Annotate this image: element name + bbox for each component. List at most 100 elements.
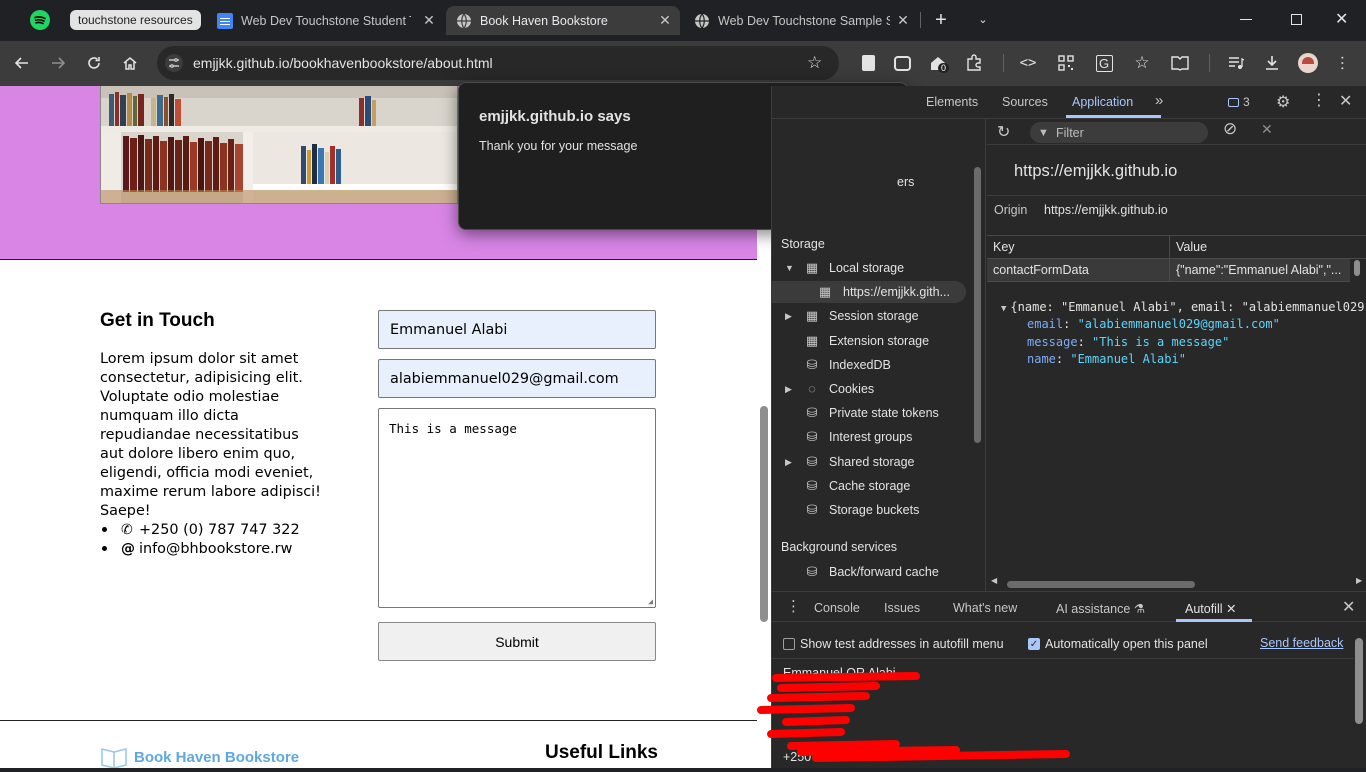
close-icon[interactable]: ✕	[658, 13, 672, 27]
address-bar[interactable]: emjjkk.github.io/bookhavenbookstore/abou…	[157, 46, 839, 80]
clear-all-icon[interactable]: ⊘	[1223, 119, 1237, 139]
extension-home-icon[interactable]: 0	[926, 51, 950, 75]
drawer-tab-whats-new[interactable]: What's new	[953, 601, 1017, 615]
bookshelf-image	[100, 86, 458, 204]
media-control-icon[interactable]	[1224, 51, 1248, 75]
filter-input[interactable]: ▼ Filter	[1030, 122, 1208, 143]
profile-avatar[interactable]	[1296, 51, 1320, 75]
tab-search-icon[interactable]: ⌄	[974, 9, 992, 31]
more-tabs-icon[interactable]: »	[1155, 92, 1163, 109]
sidebar-item-bfcache[interactable]: ⛁ Back/forward cache	[772, 561, 972, 583]
sidebar-item-extension-storage[interactable]: ▦ Extension storage	[772, 330, 972, 352]
divider	[987, 195, 1366, 196]
sidebar-partial-item[interactable]: ers	[897, 175, 914, 189]
expanded-arrow-icon[interactable]: ▼	[1001, 304, 1006, 314]
row-value-cell[interactable]: {"name":"Emmanuel Alabi","...	[1170, 259, 1350, 282]
submit-button[interactable]: Submit	[378, 622, 656, 661]
restore-button[interactable]	[1291, 14, 1302, 25]
issues-counter[interactable]: 3	[1228, 95, 1250, 109]
json-preview-summary[interactable]: ▼ {name: "Emmanuel Alabi", email: "alabie…	[1001, 300, 1364, 314]
minimize-button[interactable]	[1240, 19, 1252, 20]
key-column-header[interactable]: Key	[987, 236, 1170, 259]
extensions-puzzle-icon[interactable]	[962, 51, 986, 75]
drawer-tab-issues[interactable]: Issues	[884, 601, 920, 615]
table-scrollbar-thumb[interactable]	[1354, 260, 1360, 276]
value-column-header[interactable]: Value	[1170, 236, 1366, 259]
filter-placeholder: Filter	[1056, 125, 1084, 140]
page-scrollbar-thumb[interactable]	[760, 406, 768, 622]
qr-code-icon[interactable]	[1054, 51, 1078, 75]
horizontal-scrollbar-thumb[interactable]	[1007, 581, 1195, 588]
delete-selected-icon[interactable]: ✕	[1261, 121, 1273, 138]
translate-icon[interactable]: G	[1092, 51, 1116, 75]
close-tab-icon[interactable]: ✕	[1226, 602, 1236, 616]
tab-sample-solution[interactable]: Web Dev Touchstone Sample S ✕	[684, 6, 918, 35]
footer-brand[interactable]: Book Haven Bookstore	[100, 746, 299, 768]
close-icon[interactable]: ✕	[896, 13, 910, 27]
auto-open-checkbox[interactable]: ✓ Automatically open this panel	[1028, 637, 1208, 651]
sidebar-item-local-storage[interactable]: ▼ ▦ Local storage	[772, 257, 972, 279]
site-info-icon[interactable]	[165, 54, 183, 72]
bookmark-star-icon[interactable]: ☆	[807, 53, 822, 73]
collapsed-arrow-icon[interactable]: ▶	[785, 384, 792, 395]
drawer-menu-icon[interactable]: ⋮	[786, 597, 801, 615]
sidebar-item-local-origin[interactable]: ▦ https://emjjkk.gith...	[772, 281, 966, 303]
reload-button[interactable]	[82, 51, 106, 75]
send-feedback-link[interactable]: Send feedback	[1260, 636, 1343, 650]
download-icon[interactable]	[1260, 51, 1284, 75]
sidebar-item-session-storage[interactable]: ▶ ▦ Session storage	[772, 305, 972, 327]
forward-button[interactable]	[46, 51, 70, 75]
drawer-tab-autofill[interactable]: Autofill ✕	[1185, 601, 1237, 616]
drawer-tab-console[interactable]: Console	[814, 601, 860, 615]
close-window-button[interactable]: ✕	[1335, 9, 1348, 29]
scroll-left-icon[interactable]: ◀	[991, 576, 997, 585]
collapsed-arrow-icon[interactable]: ▶	[785, 457, 792, 468]
spotify-pinned-tab[interactable]	[30, 10, 50, 30]
refresh-icon[interactable]: ↻	[997, 122, 1010, 142]
close-drawer-icon[interactable]: ✕	[1342, 597, 1355, 617]
new-tab-button[interactable]: +	[930, 9, 952, 31]
sidebar-item-private-state-tokens[interactable]: ⛁ Private state tokens	[772, 402, 972, 424]
row-key-cell[interactable]: contactFormData	[987, 259, 1170, 282]
code-icon[interactable]: <>	[1016, 51, 1040, 75]
close-devtools-icon[interactable]: ✕	[1339, 91, 1352, 111]
email-input[interactable]: alabiemmanuel029@gmail.com	[378, 359, 656, 398]
extension-glasses-icon[interactable]	[890, 51, 914, 75]
more-menu-icon[interactable]: ···	[1330, 51, 1354, 75]
sidebar-item-interest-groups[interactable]: ⛁ Interest groups	[772, 426, 972, 448]
sidebar-item-storage-buckets[interactable]: ⛁ Storage buckets	[772, 499, 972, 521]
tab-student-template[interactable]: Web Dev Touchstone Student T ✕	[207, 6, 444, 35]
drawer-scrollbar-thumb[interactable]	[1355, 638, 1363, 724]
checkbox-checked[interactable]: ✓	[1028, 638, 1040, 650]
sidebar-item-shared-storage[interactable]: ▶ ⛁ Shared storage	[772, 451, 972, 473]
back-button[interactable]	[10, 51, 34, 75]
tab-group-chip[interactable]: touchstone resources	[70, 10, 201, 30]
sidebar-item-cookies[interactable]: ▶ ◌ Cookies	[772, 378, 972, 400]
settings-gear-icon[interactable]: ⚙	[1276, 92, 1290, 112]
reading-mode-icon[interactable]	[1168, 51, 1192, 75]
url-text[interactable]: emjjkk.github.io/bookhavenbookstore/abou…	[193, 55, 493, 71]
phone-text: +250 (0) 787 747 322	[139, 521, 300, 538]
name-input[interactable]: Emmanuel Alabi	[378, 310, 656, 349]
checkbox-unchecked[interactable]	[783, 638, 795, 650]
drawer-tab-ai-assistance[interactable]: AI assistance ⚗	[1056, 601, 1145, 616]
expanded-arrow-icon[interactable]: ▼	[785, 263, 794, 273]
devtools-more-icon[interactable]: ⋮	[1311, 90, 1327, 110]
message-textarea[interactable]: This is a message ◢	[378, 408, 656, 608]
close-icon[interactable]: ✕	[422, 13, 436, 27]
tab-sources[interactable]: Sources	[1002, 95, 1048, 109]
tab-book-haven[interactable]: Book Haven Bookstore ✕	[446, 6, 680, 35]
favorites-icon[interactable]: ☆	[1130, 51, 1154, 75]
tab-elements[interactable]: Elements	[926, 95, 978, 109]
resize-handle-icon[interactable]: ◢	[648, 597, 653, 606]
tab-application[interactable]: Application	[1072, 95, 1133, 109]
scroll-right-icon[interactable]: ▶	[1356, 576, 1362, 585]
arrow-left-icon	[14, 57, 28, 69]
sidebar-scrollbar-thumb[interactable]	[974, 167, 981, 443]
extension-save-icon[interactable]	[856, 51, 880, 75]
sidebar-item-indexeddb[interactable]: ⛁ IndexedDB	[772, 354, 972, 376]
home-button[interactable]	[118, 51, 142, 75]
collapsed-arrow-icon[interactable]: ▶	[785, 311, 792, 322]
sidebar-item-cache-storage[interactable]: ⛁ Cache storage	[772, 475, 972, 497]
show-test-addresses-checkbox[interactable]: Show test addresses in autofill menu	[783, 637, 1004, 651]
